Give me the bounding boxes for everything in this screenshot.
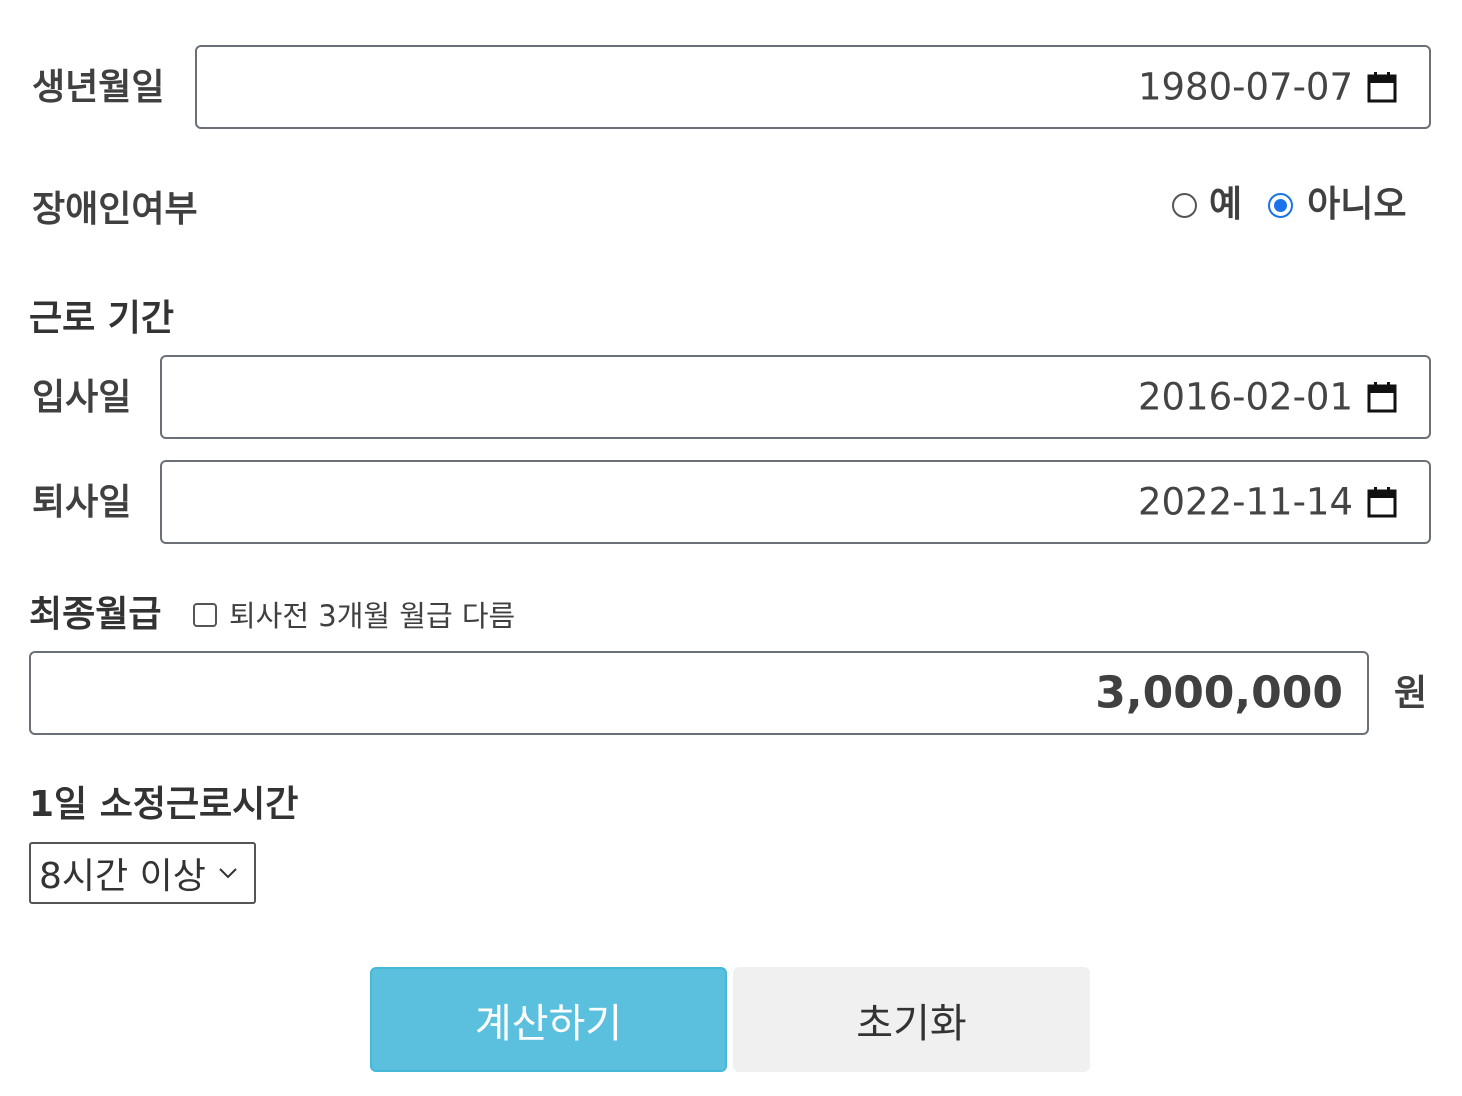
salary-unit: 원 (1394, 673, 1428, 714)
radio-no[interactable] (1268, 192, 1294, 218)
disability-radio-group: 예 아니오 (1172, 187, 1407, 223)
chevron-down-icon (219, 868, 237, 879)
start-date-value: 2016-02-01 (1137, 375, 1353, 419)
work-hours-selected: 8시간 이상 (39, 856, 206, 897)
calendar-icon[interactable] (1367, 381, 1397, 413)
end-date-value: 2022-11-14 (1137, 480, 1353, 524)
radio-no-label[interactable]: 아니오 (1307, 187, 1406, 223)
radio-yes[interactable] (1172, 192, 1197, 218)
calendar-icon[interactable] (1367, 486, 1397, 518)
birthdate-label: 생년월일 (32, 67, 165, 108)
disability-label: 장애인여부 (32, 189, 198, 230)
birthdate-value: 1980-07-07 (1137, 65, 1353, 109)
reset-button[interactable]: 초기화 (733, 967, 1090, 1072)
different-salary-checkbox-label[interactable]: 퇴사전 3개월 월급 다름 (229, 602, 515, 631)
start-date-input[interactable]: 2016-02-01 (160, 355, 1431, 439)
different-salary-checkbox[interactable] (193, 603, 217, 627)
salary-value: 3,000,000 (1095, 667, 1343, 719)
calendar-icon[interactable] (1367, 71, 1397, 103)
work-hours-title: 1일 소정근로시간 (29, 784, 299, 825)
work-hours-select[interactable]: 8시간 이상 (29, 842, 256, 904)
birthdate-input[interactable]: 1980-07-07 (195, 45, 1431, 129)
salary-input[interactable]: 3,000,000 (29, 651, 1369, 735)
end-date-input[interactable]: 2022-11-14 (160, 460, 1431, 544)
salary-label: 최종월급 (29, 594, 162, 635)
calculate-button[interactable]: 계산하기 (370, 967, 727, 1072)
work-period-title: 근로 기간 (29, 298, 175, 339)
start-date-label: 입사일 (32, 377, 132, 418)
radio-yes-label[interactable]: 예 (1209, 187, 1242, 223)
end-date-label: 퇴사일 (32, 482, 132, 523)
